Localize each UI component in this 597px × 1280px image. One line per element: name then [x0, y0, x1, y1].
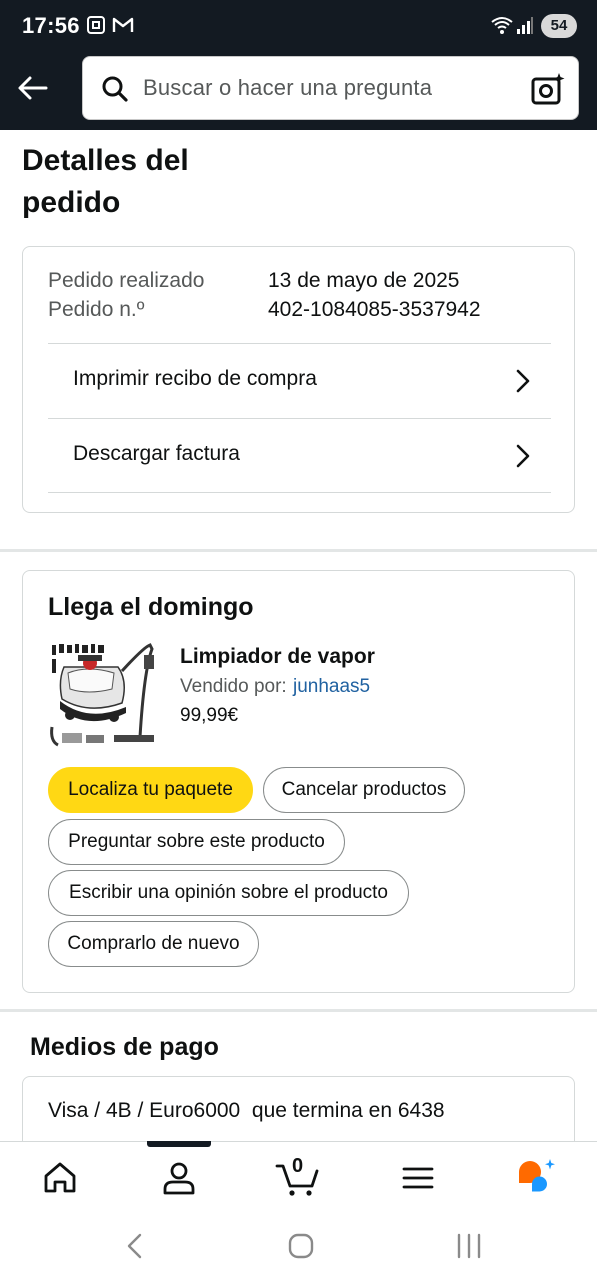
delivery-heading: Llega el domingo — [48, 593, 254, 621]
system-home-icon[interactable] — [287, 1232, 315, 1265]
product-image[interactable] — [48, 641, 156, 749]
search-placeholder: Buscar o hacer una pregunta — [143, 75, 433, 100]
signal-icon — [516, 14, 534, 41]
order-date-value: 13 de mayo de 2025 — [268, 269, 460, 292]
product-name[interactable]: Limpiador de vapor — [180, 645, 375, 669]
page-title: Detalles del pedido — [22, 144, 189, 219]
cart-tab[interactable]: 0 — [275, 1155, 321, 1198]
search-icon — [101, 75, 129, 108]
screenshot-icon — [86, 14, 106, 41]
payment-method-text: Visa / 4B / Euro6000 que termina en 6438 — [48, 1099, 445, 1122]
camera-search-button[interactable] — [530, 71, 566, 107]
battery-indicator: 54 — [541, 14, 577, 38]
active-tab-indicator — [147, 1141, 211, 1147]
gmail-icon — [112, 14, 134, 41]
search-input[interactable]: Buscar o hacer una pregunta — [82, 56, 579, 120]
app-header: Buscar o hacer una pregunta — [0, 56, 597, 130]
menu-tab[interactable] — [398, 1158, 438, 1198]
chevron-right-icon — [515, 368, 531, 399]
status-bar: 17:56 54 — [0, 0, 597, 56]
status-time: 17:56 — [22, 13, 80, 38]
order-info-card: Pedido realizado 13 de mayo de 2025 Pedi… — [22, 246, 575, 513]
camera-search-icon — [531, 73, 565, 105]
rufus-icon — [519, 1159, 555, 1192]
payment-heading: Medios de pago — [30, 1033, 219, 1061]
sold-by-label: Vendido por: — [180, 676, 287, 697]
shipment-card: Llega el domingo Limpiador de vapor Vend… — [22, 570, 575, 993]
buy-again-button[interactable]: Comprarlo de nuevo — [48, 921, 259, 967]
back-button[interactable] — [14, 70, 52, 106]
system-navigation-bar — [0, 1213, 597, 1280]
account-icon — [163, 1162, 195, 1195]
print-receipt-link[interactable]: Imprimir recibo de compra — [48, 343, 551, 418]
product-price: 99,99€ — [180, 705, 239, 726]
print-receipt-label: Imprimir recibo de compra — [73, 367, 317, 390]
order-date-label: Pedido realizado — [48, 269, 205, 292]
order-number-value: 402-1084085-3537942 — [268, 298, 481, 321]
home-tab[interactable] — [40, 1158, 80, 1198]
seller-link[interactable]: junhaas5 — [293, 676, 370, 698]
track-package-button[interactable]: Localiza tu paquete — [48, 767, 253, 813]
cancel-items-button[interactable]: Cancelar productos — [263, 767, 465, 813]
back-arrow-icon — [18, 76, 48, 100]
write-review-button[interactable]: Escribir una opinión sobre el producto — [48, 870, 409, 916]
home-icon — [44, 1162, 76, 1193]
menu-icon — [402, 1167, 434, 1189]
ask-product-question-button[interactable]: Preguntar sobre este producto — [48, 819, 345, 865]
section-divider — [0, 1009, 597, 1012]
section-divider — [0, 549, 597, 552]
account-tab[interactable] — [159, 1158, 199, 1198]
system-recents-icon[interactable] — [456, 1232, 482, 1265]
system-back-icon[interactable] — [122, 1231, 146, 1266]
download-invoice-label: Descargar factura — [73, 442, 240, 465]
cart-count: 0 — [292, 1155, 304, 1177]
chevron-right-icon — [515, 443, 531, 474]
bottom-navigation: 0 — [0, 1141, 597, 1213]
order-number-label: Pedido n.º — [48, 298, 145, 321]
rufus-tab[interactable] — [516, 1158, 556, 1198]
download-invoice-link[interactable]: Descargar factura — [48, 418, 551, 493]
wifi-icon — [490, 14, 514, 41]
